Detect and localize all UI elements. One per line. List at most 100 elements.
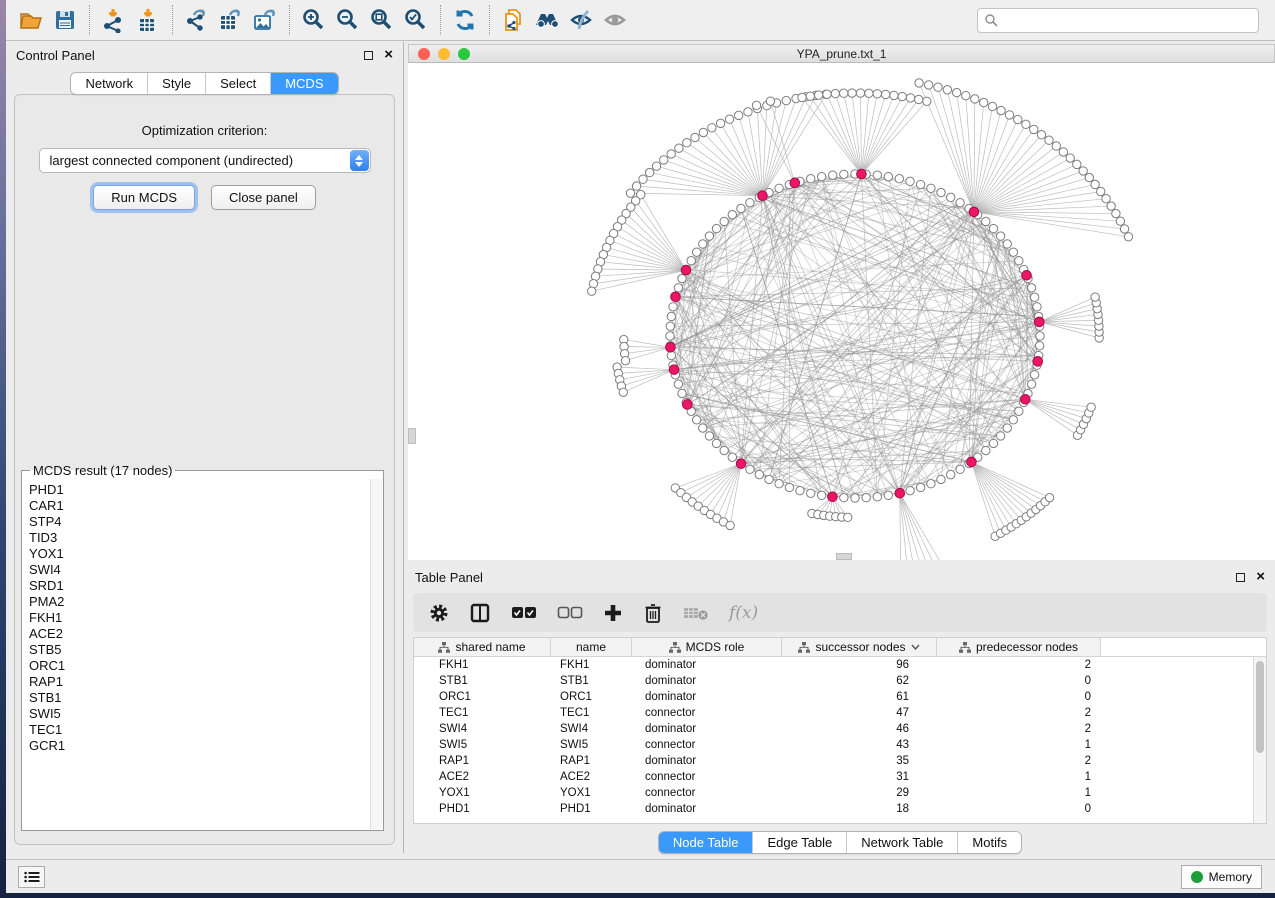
table-cell: 29	[782, 787, 937, 799]
mcds-list-item[interactable]: STB5	[29, 642, 370, 658]
horizontal-splitter-handle[interactable]	[836, 553, 852, 560]
export-network-button[interactable]	[180, 3, 214, 37]
toolbar-search-field[interactable]	[977, 8, 1259, 33]
tab-select[interactable]: Select	[205, 73, 270, 94]
import-table-button[interactable]	[131, 3, 165, 37]
mcds-list-item[interactable]: TEC1	[29, 722, 370, 738]
table-row[interactable]: SWI5SWI5connector431	[414, 737, 1253, 753]
open-file-icon	[18, 7, 44, 33]
column-header-shared-name[interactable]: shared name	[414, 638, 551, 656]
gear-icon[interactable]	[429, 603, 449, 623]
column-header-MCDS-role[interactable]: MCDS role	[632, 638, 782, 656]
table-row[interactable]: ACE2ACE2connector311	[414, 769, 1253, 785]
tab-edge-table[interactable]: Edge Table	[752, 832, 846, 853]
close-panel-icon[interactable]: ×	[384, 49, 393, 61]
table-row[interactable]: STB1STB1dominator620	[414, 673, 1253, 689]
export-image-button[interactable]	[248, 3, 282, 37]
tab-network-table[interactable]: Network Table	[846, 832, 957, 853]
mcds-list-item[interactable]: SWI4	[29, 562, 370, 578]
float-panel-icon[interactable]	[1236, 573, 1245, 582]
search-icon	[984, 13, 998, 27]
tab-style[interactable]: Style	[147, 73, 205, 94]
zoom-fit-button[interactable]	[365, 3, 399, 37]
export-table-button[interactable]	[214, 3, 248, 37]
function-builder-icon[interactable]: f(x)	[729, 603, 758, 623]
table-header-row: shared namenameMCDS rolesuccessor nodesp…	[414, 638, 1266, 657]
tab-node-table[interactable]: Node Table	[659, 832, 753, 853]
import-table-icon	[135, 7, 161, 33]
import-network-icon	[101, 7, 127, 33]
mcds-list-item[interactable]: TID3	[29, 530, 370, 546]
table-scrollbar[interactable]	[1253, 657, 1266, 823]
add-column-icon[interactable]	[603, 603, 623, 623]
table-row[interactable]: ORC1ORC1dominator610	[414, 689, 1253, 705]
column-header-predecessor-nodes[interactable]: predecessor nodes	[937, 638, 1101, 656]
table-cell: 61	[782, 691, 937, 703]
mcds-result-list[interactable]: PHD1CAR1STP4TID3YOX1SWI4SRD1PMA2FKH1ACE2…	[23, 480, 370, 829]
mcds-list-item[interactable]: FKH1	[29, 610, 370, 626]
memory-button[interactable]: Memory	[1181, 865, 1262, 889]
optimization-criterion-dropdown[interactable]: largest connected component (undirected)	[39, 148, 371, 173]
delete-table-icon[interactable]	[683, 604, 709, 622]
column-header-name[interactable]: name	[551, 638, 632, 656]
table-cell: ORC1	[414, 691, 551, 703]
vertical-splitter-handle[interactable]	[408, 428, 416, 444]
network-canvas[interactable]	[408, 63, 1275, 560]
table-cell: dominator	[632, 723, 782, 735]
mcds-list-item[interactable]: SRD1	[29, 578, 370, 594]
table-body[interactable]: FKH1FKH1dominator962STB1STB1dominator620…	[414, 657, 1253, 823]
table-row[interactable]: FKH1FKH1dominator962	[414, 657, 1253, 673]
tab-mcds[interactable]: MCDS	[270, 73, 337, 94]
table-row[interactable]: RAP1RAP1dominator352	[414, 753, 1253, 769]
mcds-list-item[interactable]: STP4	[29, 514, 370, 530]
tab-network[interactable]: Network	[71, 73, 147, 94]
clone-network-button[interactable]	[497, 3, 531, 37]
task-history-button[interactable]	[18, 866, 45, 888]
mcds-list-item[interactable]: PHD1	[29, 482, 370, 498]
deselect-all-icon[interactable]	[557, 606, 583, 620]
control-panel-title: Control Panel	[16, 48, 95, 63]
table-row[interactable]: PHD1PHD1dominator180	[414, 801, 1253, 817]
search-input[interactable]	[998, 13, 1252, 27]
delete-column-icon[interactable]	[643, 602, 663, 624]
table-cell: connector	[632, 787, 782, 799]
mcds-list-item[interactable]: YOX1	[29, 546, 370, 562]
mcds-list-item[interactable]: STB1	[29, 690, 370, 706]
mcds-list-item[interactable]: PMA2	[29, 594, 370, 610]
float-panel-icon[interactable]	[364, 51, 373, 60]
select-all-icon[interactable]	[511, 606, 537, 620]
mcds-list-item[interactable]: ORC1	[29, 658, 370, 674]
open-file-button[interactable]	[14, 3, 48, 37]
tab-motifs[interactable]: Motifs	[957, 832, 1021, 853]
column-layout-icon[interactable]	[469, 602, 491, 624]
column-header-successor-nodes[interactable]: successor nodes	[782, 638, 937, 656]
close-panel-icon[interactable]: ×	[1256, 571, 1265, 583]
table-row[interactable]: TEC1TEC1connector472	[414, 705, 1253, 721]
show-all-button[interactable]	[599, 3, 633, 37]
mcds-list-scrollbar[interactable]	[370, 479, 382, 829]
zoom-out-button[interactable]	[331, 3, 365, 37]
table-scrollbar-thumb[interactable]	[1256, 661, 1264, 753]
table-cell: 2	[937, 723, 1101, 735]
mcds-list-item[interactable]: GCR1	[29, 738, 370, 754]
mcds-list-item[interactable]: SWI5	[29, 706, 370, 722]
search-network-button[interactable]	[531, 3, 565, 37]
import-network-button[interactable]	[97, 3, 131, 37]
table-cell: connector	[632, 739, 782, 751]
zoom-in-button[interactable]	[297, 3, 331, 37]
run-mcds-button[interactable]: Run MCDS	[93, 185, 195, 210]
table-cell: 1	[937, 787, 1101, 799]
table-row[interactable]: YOX1YOX1connector291	[414, 785, 1253, 801]
zoom-selected-button[interactable]	[399, 3, 433, 37]
dropdown-stepper-icon	[350, 150, 369, 171]
close-panel-button[interactable]: Close panel	[211, 185, 316, 210]
table-row[interactable]: SWI4SWI4dominator462	[414, 721, 1253, 737]
zoom-out-icon	[335, 7, 361, 33]
mcds-list-item[interactable]: RAP1	[29, 674, 370, 690]
mcds-list-item[interactable]: CAR1	[29, 498, 370, 514]
refresh-layout-button[interactable]	[448, 3, 482, 37]
mcds-list-item[interactable]: ACE2	[29, 626, 370, 642]
export-image-icon	[252, 7, 278, 33]
hide-selected-button[interactable]	[565, 3, 599, 37]
save-session-button[interactable]	[48, 3, 82, 37]
